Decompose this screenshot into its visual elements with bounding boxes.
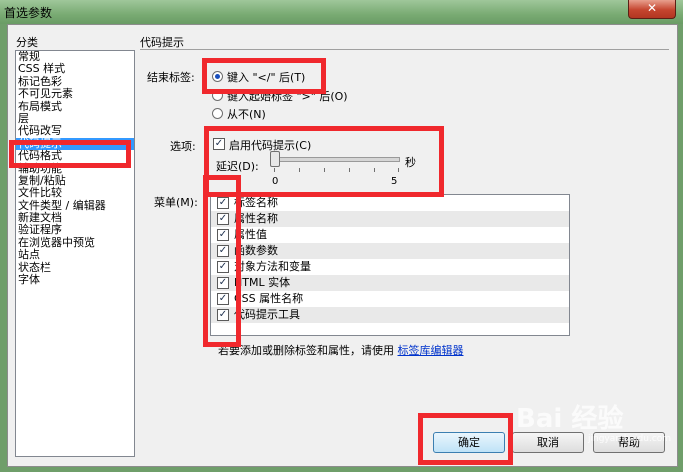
category-item[interactable]: CSS 样式 <box>16 63 134 75</box>
menu-item[interactable]: ✓ 对象方法和变量 <box>211 259 569 275</box>
section-title: 代码提示 <box>140 36 184 49</box>
close-button[interactable]: ✕ <box>628 0 676 19</box>
category-item[interactable]: 不可见元素 <box>16 87 134 100</box>
category-item[interactable]: 代码改写 <box>16 125 134 137</box>
close-tags-label: 结束标签: <box>147 71 195 84</box>
menu-item[interactable]: ✓ 标签名称 <box>211 195 569 211</box>
menu-item[interactable]: ✓ 属性名称 <box>211 211 569 227</box>
cancel-button[interactable]: 取消 <box>512 432 584 453</box>
title-bar: 首选参数 ✕ <box>0 0 683 24</box>
menus-list[interactable]: ✓ 标签名称 ✓ 属性名称 ✓ 属性值 ✓ 函数参数 ✓ 对象方法和变量 ✓ HTML 实体 ✓ CSS … <box>210 194 570 336</box>
annotation-box <box>9 140 131 168</box>
section-divider <box>140 49 669 50</box>
annotation-box <box>202 58 326 94</box>
footer-note: 若要添加或删除标签和属性，请使用 标签库编辑器 <box>218 342 464 358</box>
menu-item[interactable]: ✓ 属性值 <box>211 227 569 243</box>
watermark-url: jingyan.baidu.com <box>588 434 672 444</box>
category-item[interactable]: 站点 <box>16 249 134 261</box>
menu-item-label: 代码提示工具 <box>234 308 300 321</box>
category-label: 分类 <box>16 36 38 49</box>
menu-item[interactable]: ✓ HTML 实体 <box>211 275 569 291</box>
category-list[interactable]: 常规 CSS 样式 标记色彩 不可见元素 布局模式层代码改写 代码提示 代码格式 辅助功能 复制… <box>15 50 135 457</box>
radio-never[interactable] <box>212 108 223 119</box>
close-icon: ✕ <box>646 1 658 15</box>
category-item[interactable]: 字体 <box>16 273 134 286</box>
menu-item-label: HTML 实体 <box>234 276 291 289</box>
category-item[interactable]: 文件比较 <box>16 187 134 199</box>
options-label: 选项: <box>170 140 196 153</box>
menu-item-label: CSS 属性名称 <box>234 292 304 305</box>
menu-item-label: 对象方法和变量 <box>234 260 311 273</box>
radio-never-label[interactable]: 从不(N) <box>227 106 266 122</box>
category-item[interactable]: 布局模式 <box>16 100 134 113</box>
menu-item[interactable]: ✓ 代码提示工具 <box>211 307 569 323</box>
menu-item[interactable]: ✓ CSS 属性名称 <box>211 291 569 307</box>
footer-note-text: 若要添加或删除标签和属性，请使用 <box>218 344 394 357</box>
menus-label: 菜单(M): <box>154 196 198 209</box>
watermark: Bai 经验 <box>516 404 624 434</box>
menu-item[interactable]: ✓ 函数参数 <box>211 243 569 259</box>
tag-library-editor-link[interactable]: 标签库编辑器 <box>398 344 464 357</box>
category-item[interactable]: 验证程序 <box>16 224 134 236</box>
annotation-box <box>418 413 513 465</box>
window-title: 首选参数 <box>4 6 53 20</box>
annotation-box <box>203 175 241 347</box>
